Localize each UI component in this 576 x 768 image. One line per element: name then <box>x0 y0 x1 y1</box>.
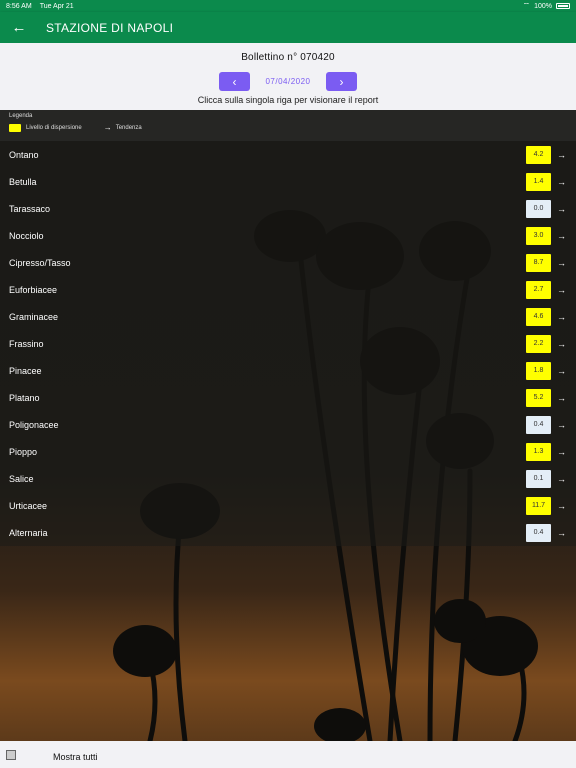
pollen-row[interactable]: Platano 5.2 → <box>0 384 576 411</box>
trend-arrow-icon: → <box>557 257 566 268</box>
pollen-row[interactable]: Cipresso/Tasso 8.7 → <box>0 249 576 276</box>
dispersion-badge: 1.4 <box>526 172 551 191</box>
dispersion-badge: 1.3 <box>526 442 551 461</box>
footer-bar: Mostra tutti <box>0 741 576 768</box>
back-arrow-icon[interactable]: ← <box>0 19 38 36</box>
dispersion-badge: 0.0 <box>526 199 551 218</box>
yellow-swatch-icon <box>9 123 21 132</box>
legend: Legenda Livello di dispersione → Tendenz… <box>0 110 576 141</box>
pollen-row[interactable]: Salice 0.1 → <box>0 465 576 492</box>
status-time: 8:56 AM <box>6 2 32 10</box>
trend-arrow-icon: → <box>557 230 566 241</box>
trend-arrow-icon: → <box>557 527 566 538</box>
trend-arrow-icon: → <box>557 149 566 160</box>
dispersion-badge: 4.2 <box>526 145 551 164</box>
trend-arrow-icon: → <box>557 446 566 457</box>
pollen-name: Poligonacee <box>9 419 59 430</box>
dispersion-badge: 5.2 <box>526 388 551 407</box>
current-date: 07/04/2020 <box>265 77 311 86</box>
pollen-name: Euforbiacee <box>9 284 58 295</box>
pollen-name: Platano <box>9 392 40 403</box>
trend-arrow-icon: → <box>557 203 566 214</box>
pollen-name: Frassino <box>9 338 44 349</box>
dispersion-badge: 1.8 <box>526 361 551 380</box>
pollen-name: Alternaria <box>9 527 48 538</box>
trend-arrow-icon: → <box>557 284 566 295</box>
pollen-name: Pinacee <box>9 365 42 376</box>
bulletin-header: Bollettino n° 070420 ‹ 07/04/2020 › Clic… <box>0 43 576 110</box>
pollen-name: Cipresso/Tasso <box>9 257 71 268</box>
legend-dispersion: Livello di dispersione <box>9 123 82 132</box>
app-bar: ← STAZIONE DI NAPOLI <box>0 12 576 43</box>
page-title: STAZIONE DI NAPOLI <box>46 20 174 35</box>
next-date-button[interactable]: › <box>326 72 357 91</box>
dispersion-badge: 11.7 <box>526 496 551 515</box>
trend-arrow-icon: → <box>557 365 566 376</box>
pollen-name: Urticacee <box>9 500 48 511</box>
pollen-row[interactable]: Pinacee 1.8 → <box>0 357 576 384</box>
pollen-row[interactable]: Ontano 4.2 → <box>0 141 576 168</box>
date-navigator: ‹ 07/04/2020 › <box>0 72 576 91</box>
legend-trend: → Tendenza <box>104 123 142 132</box>
dispersion-badge: 0.4 <box>526 523 551 542</box>
legend-trend-label: Tendenza <box>115 124 142 131</box>
pollen-name: Betulla <box>9 176 37 187</box>
pollen-name: Tarassaco <box>9 203 51 214</box>
trend-arrow-icon: → <box>557 473 566 484</box>
chevron-left-icon: ‹ <box>232 74 237 89</box>
pollen-row[interactable]: Poligonacee 0.4 → <box>0 411 576 438</box>
chevron-right-icon: › <box>339 74 344 89</box>
pollen-row[interactable]: Frassino 2.2 → <box>0 330 576 357</box>
pollen-row[interactable]: Betulla 1.4 → <box>0 168 576 195</box>
battery-icon <box>556 3 570 9</box>
show-all-checkbox[interactable] <box>6 749 16 760</box>
dispersion-badge: 3.0 <box>526 226 551 245</box>
trend-arrow-icon: → <box>557 500 566 511</box>
bulletin-number: Bollettino n° 070420 <box>241 52 335 63</box>
pollen-row[interactable]: Graminacee 4.6 → <box>0 303 576 330</box>
pollen-row[interactable]: Alternaria 0.4 → <box>0 519 576 546</box>
pollen-row[interactable]: Urticacee 11.7 → <box>0 492 576 519</box>
status-bar: 8:56 AM Tue Apr 21 ⌔ 100% <box>0 0 576 12</box>
trend-arrow-icon: → <box>557 419 566 430</box>
dispersion-badge: 0.4 <box>526 415 551 434</box>
dispersion-badge: 0.1 <box>526 469 551 488</box>
dispersion-badge: 2.7 <box>526 280 551 299</box>
pollen-name: Graminacee <box>9 311 59 322</box>
show-all-label: Mostra tutti <box>53 751 98 762</box>
trend-arrow-icon: → <box>557 176 566 187</box>
dispersion-badge: 8.7 <box>526 253 551 272</box>
arrow-right-icon: → <box>103 123 112 132</box>
previous-date-button[interactable]: ‹ <box>219 72 250 91</box>
legend-items: Livello di dispersione → Tendenza <box>9 123 567 132</box>
pollen-name: Ontano <box>9 149 39 160</box>
pollen-name: Salice <box>9 473 34 484</box>
pollen-name: Nocciolo <box>9 230 44 241</box>
pollen-name: Pioppo <box>9 446 38 457</box>
status-date: Tue Apr 21 <box>39 2 74 10</box>
dispersion-badge: 2.2 <box>526 334 551 353</box>
pollen-list: Ontano 4.2 → Betulla 1.4 → Tarassaco 0.0 → Noccio… <box>0 141 576 546</box>
trend-arrow-icon: → <box>557 338 566 349</box>
status-right: ⌔ 100% <box>523 1 570 11</box>
legend-dispersion-label: Livello di dispersione <box>26 124 82 131</box>
pollen-row[interactable]: Nocciolo 3.0 → <box>0 222 576 249</box>
trend-arrow-icon: → <box>557 392 566 403</box>
pollen-row[interactable]: Pioppo 1.3 → <box>0 438 576 465</box>
pollen-row[interactable]: Tarassaco 0.0 → <box>0 195 576 222</box>
trend-arrow-icon: → <box>557 311 566 322</box>
battery-percent: 100% <box>534 2 552 10</box>
pollen-row[interactable]: Euforbiacee 2.7 → <box>0 276 576 303</box>
wifi-icon: ⌔ <box>522 1 531 10</box>
dispersion-badge: 4.6 <box>526 307 551 326</box>
instruction-text: Clicca sulla singola riga per visionare … <box>197 95 379 105</box>
legend-title: Legenda <box>9 113 33 119</box>
